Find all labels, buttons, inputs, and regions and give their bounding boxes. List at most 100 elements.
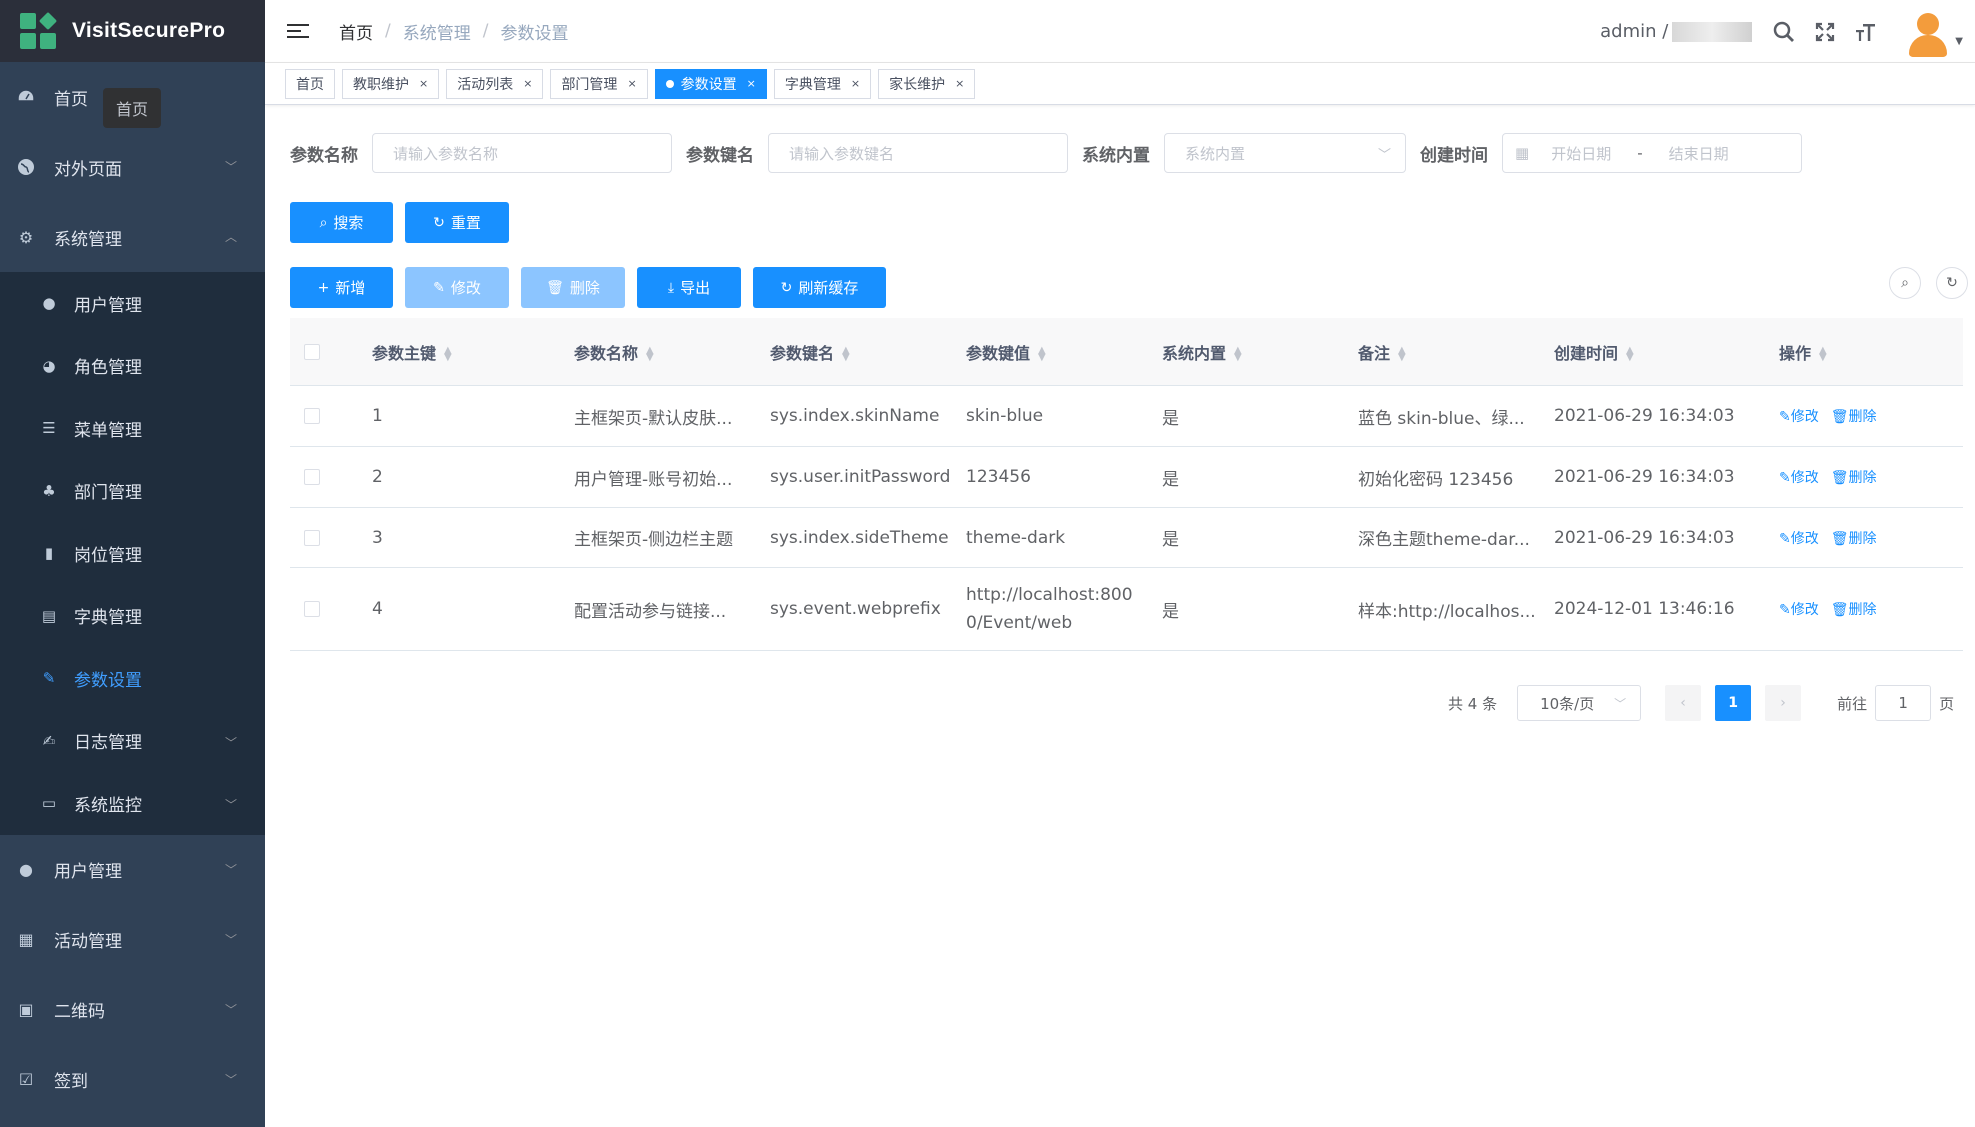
sidebar-item-qrcode[interactable]: ▣ 二维码 ﹀	[0, 975, 265, 1045]
column-header[interactable]: 参数键值 ▲ ▼	[966, 340, 1162, 364]
sidebar-item-label: 菜单管理	[74, 420, 142, 441]
table-row[interactable]: 3 主框架页-侧边栏主题 sys.index.sideTheme theme-d…	[290, 508, 1963, 568]
end-date-input[interactable]: 结束日期	[1669, 143, 1729, 164]
breadcrumb-home[interactable]: 首页	[339, 19, 373, 44]
sort-icon[interactable]: ▲ ▼	[1234, 346, 1242, 363]
page-size-select[interactable]: 10条/页 ﹀	[1517, 685, 1642, 721]
font-size-icon[interactable]	[1854, 20, 1878, 44]
search-button[interactable]: ⌕ 搜索	[290, 202, 393, 243]
cell-builtin: 是	[1162, 530, 1179, 550]
row-edit-button[interactable]: ✎修改	[1779, 470, 1819, 486]
table-row[interactable]: 4 配置活动参与链接... sys.event.webprefix http:/…	[290, 568, 1963, 651]
config-name-input[interactable]: 请输入参数名称	[372, 133, 672, 173]
sidebar-item-external[interactable]: 对外页面 ﹀	[0, 132, 265, 202]
close-icon[interactable]: ×	[747, 77, 756, 90]
row-checkbox[interactable]	[304, 408, 320, 424]
goto-page-input[interactable]: 1	[1875, 685, 1932, 721]
column-header[interactable]: 系统内置 ▲ ▼	[1162, 340, 1358, 364]
sidebar-item-menu-manage[interactable]: ☰ 菜单管理	[0, 397, 265, 460]
post-icon: ▮	[44, 544, 54, 563]
refresh-icon[interactable]: ↻	[1936, 267, 1968, 299]
column-header[interactable]: 创建时间 ▲ ▼	[1554, 340, 1779, 364]
tag-dict[interactable]: 字典管理 ×	[773, 68, 872, 99]
fullscreen-icon[interactable]	[1813, 20, 1837, 44]
close-icon[interactable]: ×	[627, 77, 636, 90]
column-header[interactable]: 备注 ▲ ▼	[1358, 340, 1554, 364]
sidebar-item-post-manage[interactable]: ▮ 岗位管理	[0, 522, 265, 585]
caret-down-icon[interactable]: ▼	[1955, 36, 1963, 47]
delete-button[interactable]: 🗑 删除	[521, 267, 625, 308]
sidebar-item-config[interactable]: ✎ 参数设置	[0, 647, 265, 710]
sidebar-item-user-management[interactable]: ● 用户管理 ﹀	[0, 835, 265, 905]
sidebar-item-activity[interactable]: ▦ 活动管理 ﹀	[0, 905, 265, 975]
search-icon[interactable]	[1772, 20, 1796, 44]
hamburger-icon[interactable]	[287, 20, 309, 42]
pagination-total: 共 4 条	[1448, 694, 1498, 713]
tag-teacher[interactable]: 教职维护 ×	[342, 68, 440, 99]
date-range-picker[interactable]: ▦ 开始日期 - 结束日期	[1502, 133, 1802, 173]
row-edit-button[interactable]: ✎修改	[1779, 602, 1819, 618]
select-all-checkbox[interactable]	[304, 343, 320, 360]
edit-button[interactable]: ✎ 修改	[405, 267, 509, 308]
breadcrumb-system: 系统管理	[402, 23, 471, 44]
next-page-button[interactable]: ›	[1765, 685, 1802, 721]
sidebar-item-user-manage[interactable]: ● 用户管理	[0, 272, 265, 335]
row-delete-button[interactable]: 🗑删除	[1831, 409, 1877, 425]
sidebar-item-checkin[interactable]: ☑ 签到 ﹀	[0, 1045, 265, 1115]
sort-icon[interactable]: ▲ ▼	[646, 346, 654, 363]
tree-table-icon: ☰	[42, 419, 56, 438]
sort-icon[interactable]: ▲ ▼	[1038, 346, 1046, 363]
chevron-down-icon: ﹀	[224, 798, 237, 812]
sort-icon[interactable]: ▲ ▼	[842, 346, 850, 363]
chevron-up-icon: ︿	[224, 230, 237, 244]
close-icon[interactable]: ×	[851, 77, 860, 90]
row-checkbox[interactable]	[304, 601, 320, 617]
column-header[interactable]: 参数键名 ▲ ▼	[770, 340, 966, 364]
row-checkbox[interactable]	[304, 529, 320, 546]
export-button[interactable]: ⤓ 导出	[637, 267, 741, 308]
column-header[interactable]: 操作 ▲ ▼	[1779, 340, 1929, 364]
sort-icon[interactable]: ▲ ▼	[1626, 346, 1634, 363]
sidebar-item-monitor[interactable]: ▭ 系统监控 ﹀	[0, 772, 265, 835]
add-button[interactable]: + 新增	[290, 267, 393, 308]
close-icon[interactable]: ×	[523, 77, 532, 90]
start-date-input[interactable]: 开始日期	[1551, 143, 1611, 164]
reset-button[interactable]: ↻ 重置	[405, 202, 509, 243]
sidebar-item-log-manage[interactable]: ✍ 日志管理 ﹀	[0, 710, 265, 773]
sort-icon[interactable]: ▲ ▼	[1398, 346, 1406, 363]
sidebar-item-system[interactable]: ⚙ 系统管理 ︿	[0, 202, 265, 272]
row-edit-button[interactable]: ✎修改	[1779, 531, 1819, 547]
row-delete-button[interactable]: 🗑删除	[1831, 602, 1877, 618]
table-row[interactable]: 2 用户管理-账号初始... sys.user.initPassword 123…	[290, 447, 1963, 508]
sidebar-item-dept-manage[interactable]: ♣ 部门管理	[0, 460, 265, 523]
sidebar-item-dict-manage[interactable]: ▤ 字典管理	[0, 585, 265, 648]
sidebar-item-role-manage[interactable]: ◕ 角色管理	[0, 335, 265, 398]
tag-parent[interactable]: 家长维护 ×	[878, 68, 976, 99]
builtin-select[interactable]: 系统内置 ﹀	[1164, 133, 1406, 173]
tag-activity-list[interactable]: 活动列表 ×	[446, 68, 544, 99]
cell-value: theme-dark	[966, 527, 1066, 548]
row-checkbox[interactable]	[304, 469, 320, 485]
tag-dept[interactable]: 部门管理 ×	[550, 68, 648, 99]
tag-home[interactable]: 首页	[285, 68, 335, 99]
close-icon[interactable]: ×	[955, 77, 964, 90]
row-delete-button[interactable]: 🗑删除	[1831, 531, 1877, 547]
column-header[interactable]: 参数主键 ▲ ▼	[372, 340, 574, 364]
sort-icon[interactable]: ▲ ▼	[444, 346, 452, 363]
sort-icon[interactable]: ▲ ▼	[1819, 346, 1827, 363]
cell-id: 1	[372, 406, 383, 426]
prev-page-button[interactable]: ‹	[1665, 685, 1702, 721]
refresh-cache-button[interactable]: ↻ 刷新缓存	[753, 267, 886, 308]
column-header[interactable]: 参数名称 ▲ ▼	[574, 340, 770, 364]
avatar[interactable]	[1907, 9, 1948, 57]
logo[interactable]: VisitSecurePro	[0, 0, 265, 62]
config-key-input[interactable]: 请输入参数键名	[768, 133, 1068, 173]
table-row[interactable]: 1 主框架页-默认皮肤... sys.index.skinName skin-b…	[290, 386, 1963, 447]
toggle-search-icon[interactable]: ⌕	[1889, 267, 1921, 299]
gear-icon: ⚙	[18, 227, 34, 247]
row-delete-button[interactable]: 🗑删除	[1831, 470, 1877, 486]
row-edit-button[interactable]: ✎修改	[1779, 409, 1819, 425]
tag-config[interactable]: 参数设置 ×	[654, 68, 767, 99]
close-icon[interactable]: ×	[419, 77, 428, 90]
page-number-current[interactable]: 1	[1715, 685, 1752, 721]
